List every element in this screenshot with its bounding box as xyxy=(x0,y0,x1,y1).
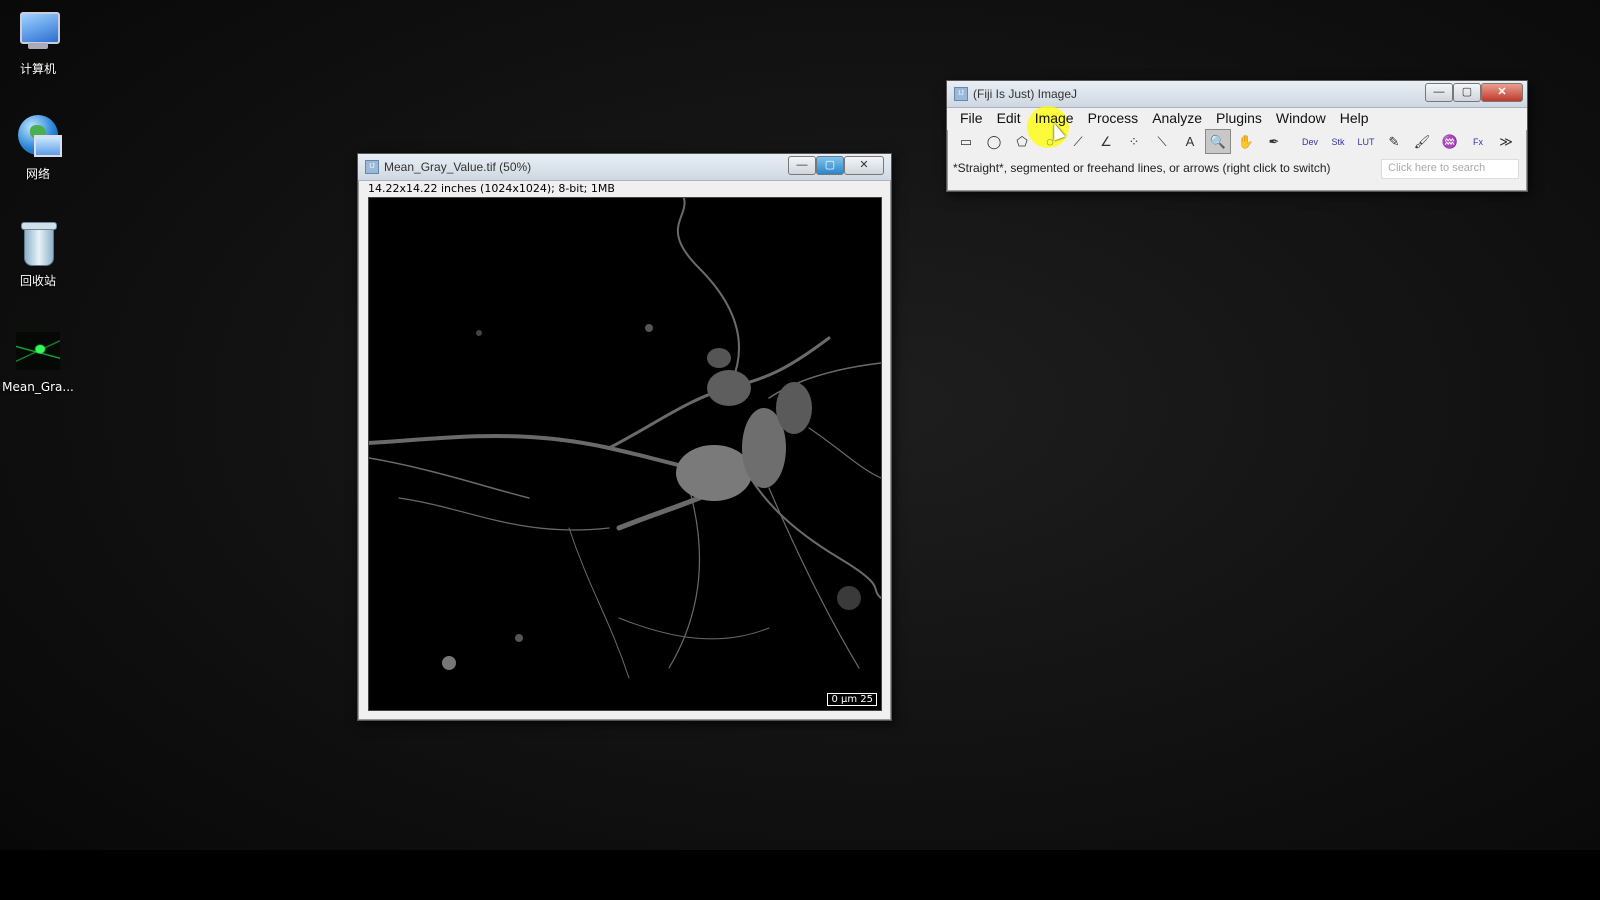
menu-edit[interactable]: Edit xyxy=(990,108,1028,130)
image-file-icon xyxy=(14,330,62,374)
desktop-icon-network[interactable]: 网络 xyxy=(0,115,76,182)
pencil-tool-icon[interactable]: ✎ xyxy=(1381,129,1407,154)
tool-bar: ▭ ◯ ⬠ ◌ ⟋ ∠ ⁘ ⟍ A 🔍 ✋ ✒ Dev Stk LUT ✎ 🖌 ♒ Fx ≫ xyxy=(953,129,1521,157)
maximize-button[interactable]: ▢ xyxy=(816,156,844,175)
menu-analyze[interactable]: Analyze xyxy=(1145,108,1209,130)
rectangle-tool-icon[interactable]: ▭ xyxy=(953,129,979,154)
menu-file[interactable]: File xyxy=(953,108,990,130)
hand-tool-icon[interactable]: ✋ xyxy=(1233,129,1259,154)
dev-tool-icon[interactable]: Dev xyxy=(1297,129,1323,154)
imagej-app-icon: IJ xyxy=(365,160,379,174)
desktop-icon-recycle-bin[interactable]: 回收站 xyxy=(0,222,76,289)
image-info: 14.22x14.22 inches (1024x1024); 8-bit; 1… xyxy=(368,182,615,195)
fiji-app-icon: IJ xyxy=(954,87,968,101)
status-bar: *Straight*, segmented or freehand lines,… xyxy=(953,161,1331,175)
more-tools-icon[interactable]: ≫ xyxy=(1493,129,1519,154)
taskbar xyxy=(0,850,1600,900)
fiji-titlebar[interactable]: IJ (Fiji Is Just) ImageJ — ▢ ✕ xyxy=(947,81,1527,108)
dropper-tool-icon[interactable]: ✒ xyxy=(1261,129,1287,154)
image-window-titlebar[interactable]: IJ Mean_Gray_Value.tif (50%) — ▢ ✕ xyxy=(358,154,891,181)
search-field[interactable]: Click here to search xyxy=(1381,159,1519,179)
minimize-button[interactable]: — xyxy=(788,156,816,175)
desktop-icon-computer[interactable]: 计算机 xyxy=(0,10,76,77)
oval-tool-icon[interactable]: ◯ xyxy=(981,129,1007,154)
magnifier-tool-icon[interactable]: 🔍 xyxy=(1205,129,1231,154)
polygon-tool-icon[interactable]: ⬠ xyxy=(1009,129,1035,154)
desktop-icon-label: 计算机 xyxy=(19,62,56,76)
desktop-icon-label: Mean_Gra... xyxy=(2,380,74,394)
menu-help[interactable]: Help xyxy=(1333,108,1376,130)
desktop-icon-image-file[interactable]: Mean_Gra... xyxy=(0,330,76,394)
image-window[interactable]: IJ Mean_Gray_Value.tif (50%) — ▢ ✕ 14.22… xyxy=(357,153,892,721)
image-window-title: Mean_Gray_Value.tif (50%) xyxy=(384,160,532,174)
brush-tool-icon[interactable]: 🖌 xyxy=(1409,129,1435,154)
close-button[interactable]: ✕ xyxy=(1481,83,1523,102)
maximize-button[interactable]: ▢ xyxy=(1453,83,1481,102)
fx-tool-icon[interactable]: Fx xyxy=(1465,129,1491,154)
desktop-icon-label: 网络 xyxy=(25,167,50,181)
stk-tool-icon[interactable]: Stk xyxy=(1325,129,1351,154)
neuron-image xyxy=(369,198,881,710)
menu-window[interactable]: Window xyxy=(1269,108,1333,130)
wand-tool-icon[interactable]: ⟍ xyxy=(1149,129,1175,154)
angle-tool-icon[interactable]: ∠ xyxy=(1093,129,1119,154)
computer-icon xyxy=(14,10,62,54)
image-canvas[interactable]: 0 µm 25 xyxy=(368,197,882,711)
menu-bar: File Edit Image Process Analyze Plugins … xyxy=(947,106,1527,148)
line-tool-icon[interactable]: ⟋ xyxy=(1065,129,1091,154)
close-button[interactable]: ✕ xyxy=(844,156,884,175)
desktop-icon-label: 回收站 xyxy=(19,274,56,288)
recycle-bin-icon xyxy=(14,222,62,266)
fiji-window-title: (Fiji Is Just) ImageJ xyxy=(973,87,1078,101)
flood-fill-tool-icon[interactable]: ♒ xyxy=(1437,129,1463,154)
network-icon xyxy=(14,115,62,159)
text-tool-icon[interactable]: A xyxy=(1177,129,1203,154)
fiji-window[interactable]: IJ (Fiji Is Just) ImageJ — ▢ ✕ File Edit… xyxy=(946,80,1528,192)
multipoint-tool-icon[interactable]: ⁘ xyxy=(1121,129,1147,154)
lut-tool-icon[interactable]: LUT xyxy=(1353,129,1379,154)
menu-plugins[interactable]: Plugins xyxy=(1209,108,1269,130)
minimize-button[interactable]: — xyxy=(1425,83,1453,102)
menu-process[interactable]: Process xyxy=(1081,108,1146,130)
scale-bar: 0 µm 25 xyxy=(827,693,877,706)
